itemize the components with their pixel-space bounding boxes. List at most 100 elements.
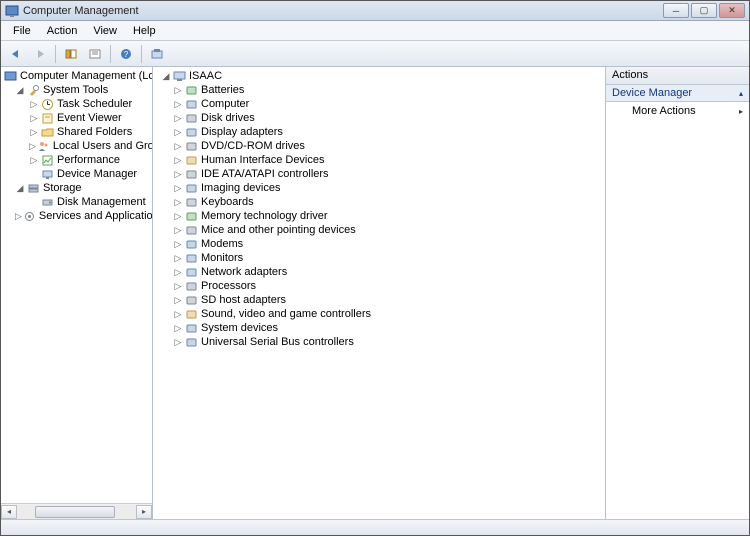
maximize-button[interactable]: ▢ [691,3,717,18]
expand-icon[interactable]: ▷ [29,113,39,123]
device-category-icon [184,279,198,293]
minimize-button[interactable]: ─ [663,3,689,18]
main-area: Computer Management (Local) ◢ System Too… [1,67,749,519]
device-category-label: Keyboards [201,196,254,208]
device-category[interactable]: ▷Computer [153,97,605,111]
device-category-label: Human Interface Devices [201,154,325,166]
device-category[interactable]: ▷Monitors [153,251,605,265]
device-category[interactable]: ▷ Human Interface Devices [153,153,605,167]
device-category-icon [184,307,198,321]
expand-icon[interactable]: ▷ [173,295,183,305]
shared-folders-label: Shared Folders [57,126,132,138]
actions-pane: Actions Device Manager ▴ More Actions ▸ [606,67,749,519]
horizontal-scrollbar[interactable]: ◂ ▸ [1,503,152,519]
expand-icon[interactable]: ▷ [173,155,183,165]
expand-icon[interactable]: ▷ [15,211,22,221]
device-category[interactable]: ▷Processors [153,279,605,293]
tree-performance[interactable]: ▷ Performance [1,153,152,167]
services-icon [23,209,36,223]
device-category-icon [184,167,198,181]
device-category[interactable]: ▷Batteries [153,83,605,97]
menu-action[interactable]: Action [39,23,86,39]
actions-more[interactable]: More Actions ▸ [606,102,749,120]
device-category-icon [184,83,198,97]
device-category[interactable]: ▷Sound, video and game controllers [153,307,605,321]
device-tree-root[interactable]: ◢ ISAAC [153,69,605,83]
expand-icon[interactable]: ▷ [173,127,183,137]
expand-icon[interactable]: ▷ [29,127,39,137]
expand-icon[interactable]: ▷ [173,85,183,95]
expand-icon[interactable]: ▷ [173,169,183,179]
expand-icon[interactable]: ▷ [173,99,183,109]
expand-icon[interactable]: ▷ [173,225,183,235]
scroll-thumb[interactable] [35,506,115,518]
toolbar-separator [141,45,142,63]
expand-icon[interactable]: ▷ [173,113,183,123]
expand-icon[interactable]: ▷ [173,281,183,291]
expand-icon[interactable]: ▷ [173,267,183,277]
expand-icon[interactable]: ▷ [173,337,183,347]
device-category[interactable]: ▷Imaging devices [153,181,605,195]
collapse-icon[interactable]: ◢ [15,85,25,95]
toolbar: ? [1,41,749,67]
back-button[interactable] [5,44,27,64]
system-tools-label: System Tools [43,84,108,96]
device-category-icon [184,181,198,195]
device-category[interactable]: ▷Network adapters [153,265,605,279]
device-category[interactable]: ▷ Keyboards [153,195,605,209]
device-category[interactable]: ▷ DVD/CD-ROM drives [153,139,605,153]
device-category-icon [184,97,198,111]
scroll-right-button[interactable]: ▸ [136,505,152,519]
close-button[interactable]: ✕ [719,3,745,18]
expand-icon[interactable]: ▷ [29,141,36,151]
scroll-left-button[interactable]: ◂ [1,505,17,519]
tree-local-users[interactable]: ▷ Local Users and Groups [1,139,152,153]
tree-system-tools[interactable]: ◢ System Tools [1,83,152,97]
expand-icon[interactable]: ▷ [29,99,39,109]
expand-icon[interactable]: ▷ [173,323,183,333]
device-category-label: DVD/CD-ROM drives [201,140,305,152]
tree-root[interactable]: Computer Management (Local) [1,69,152,83]
device-category[interactable]: ▷Disk drives [153,111,605,125]
expand-icon[interactable]: ▷ [173,239,183,249]
device-category[interactable]: ▷IDE ATA/ATAPI controllers [153,167,605,181]
scan-button[interactable] [146,44,168,64]
device-category[interactable]: ▷Mice and other pointing devices [153,223,605,237]
window-controls: ─ ▢ ✕ [663,3,745,18]
device-manager-icon [40,167,54,181]
menu-file[interactable]: File [5,23,39,39]
scroll-track[interactable] [17,505,136,519]
tree-disk-management[interactable]: Disk Management [1,195,152,209]
collapse-icon[interactable]: ◢ [161,71,171,81]
tree-device-manager[interactable]: Device Manager [1,167,152,181]
menu-view[interactable]: View [85,23,125,39]
help-button[interactable]: ? [115,44,137,64]
expand-icon[interactable]: ▷ [173,309,183,319]
tree-task-scheduler[interactable]: ▷ Task Scheduler [1,97,152,111]
tree-event-viewer[interactable]: ▷ Event Viewer [1,111,152,125]
device-category[interactable]: ▷Display adapters [153,125,605,139]
menu-help[interactable]: Help [125,23,164,39]
actions-section[interactable]: Device Manager ▴ [606,85,749,102]
expand-icon[interactable]: ▷ [173,211,183,221]
show-hide-tree-button[interactable] [60,44,82,64]
device-tree: ◢ ISAAC ▷Batteries▷Computer▷Disk drives▷… [153,67,605,351]
tree-services[interactable]: ▷ Services and Applications [1,209,152,223]
forward-button[interactable] [29,44,51,64]
expand-icon[interactable]: ▷ [173,253,183,263]
device-category[interactable]: ▷Universal Serial Bus controllers [153,335,605,349]
tree-storage[interactable]: ◢ Storage [1,181,152,195]
tree-shared-folders[interactable]: ▷ Shared Folders [1,125,152,139]
collapse-icon[interactable]: ◢ [15,183,25,193]
properties-button[interactable] [84,44,106,64]
device-category[interactable]: ▷SD host adapters [153,293,605,307]
expand-icon[interactable]: ▷ [173,141,183,151]
expand-icon[interactable]: ▷ [173,183,183,193]
expand-icon[interactable]: ▷ [173,197,183,207]
expand-icon[interactable]: ▷ [29,155,39,165]
device-category[interactable]: ▷Modems [153,237,605,251]
device-category-icon [184,335,198,349]
device-category[interactable]: ▷System devices [153,321,605,335]
device-category[interactable]: ▷Memory technology driver [153,209,605,223]
expander-none [29,197,39,207]
